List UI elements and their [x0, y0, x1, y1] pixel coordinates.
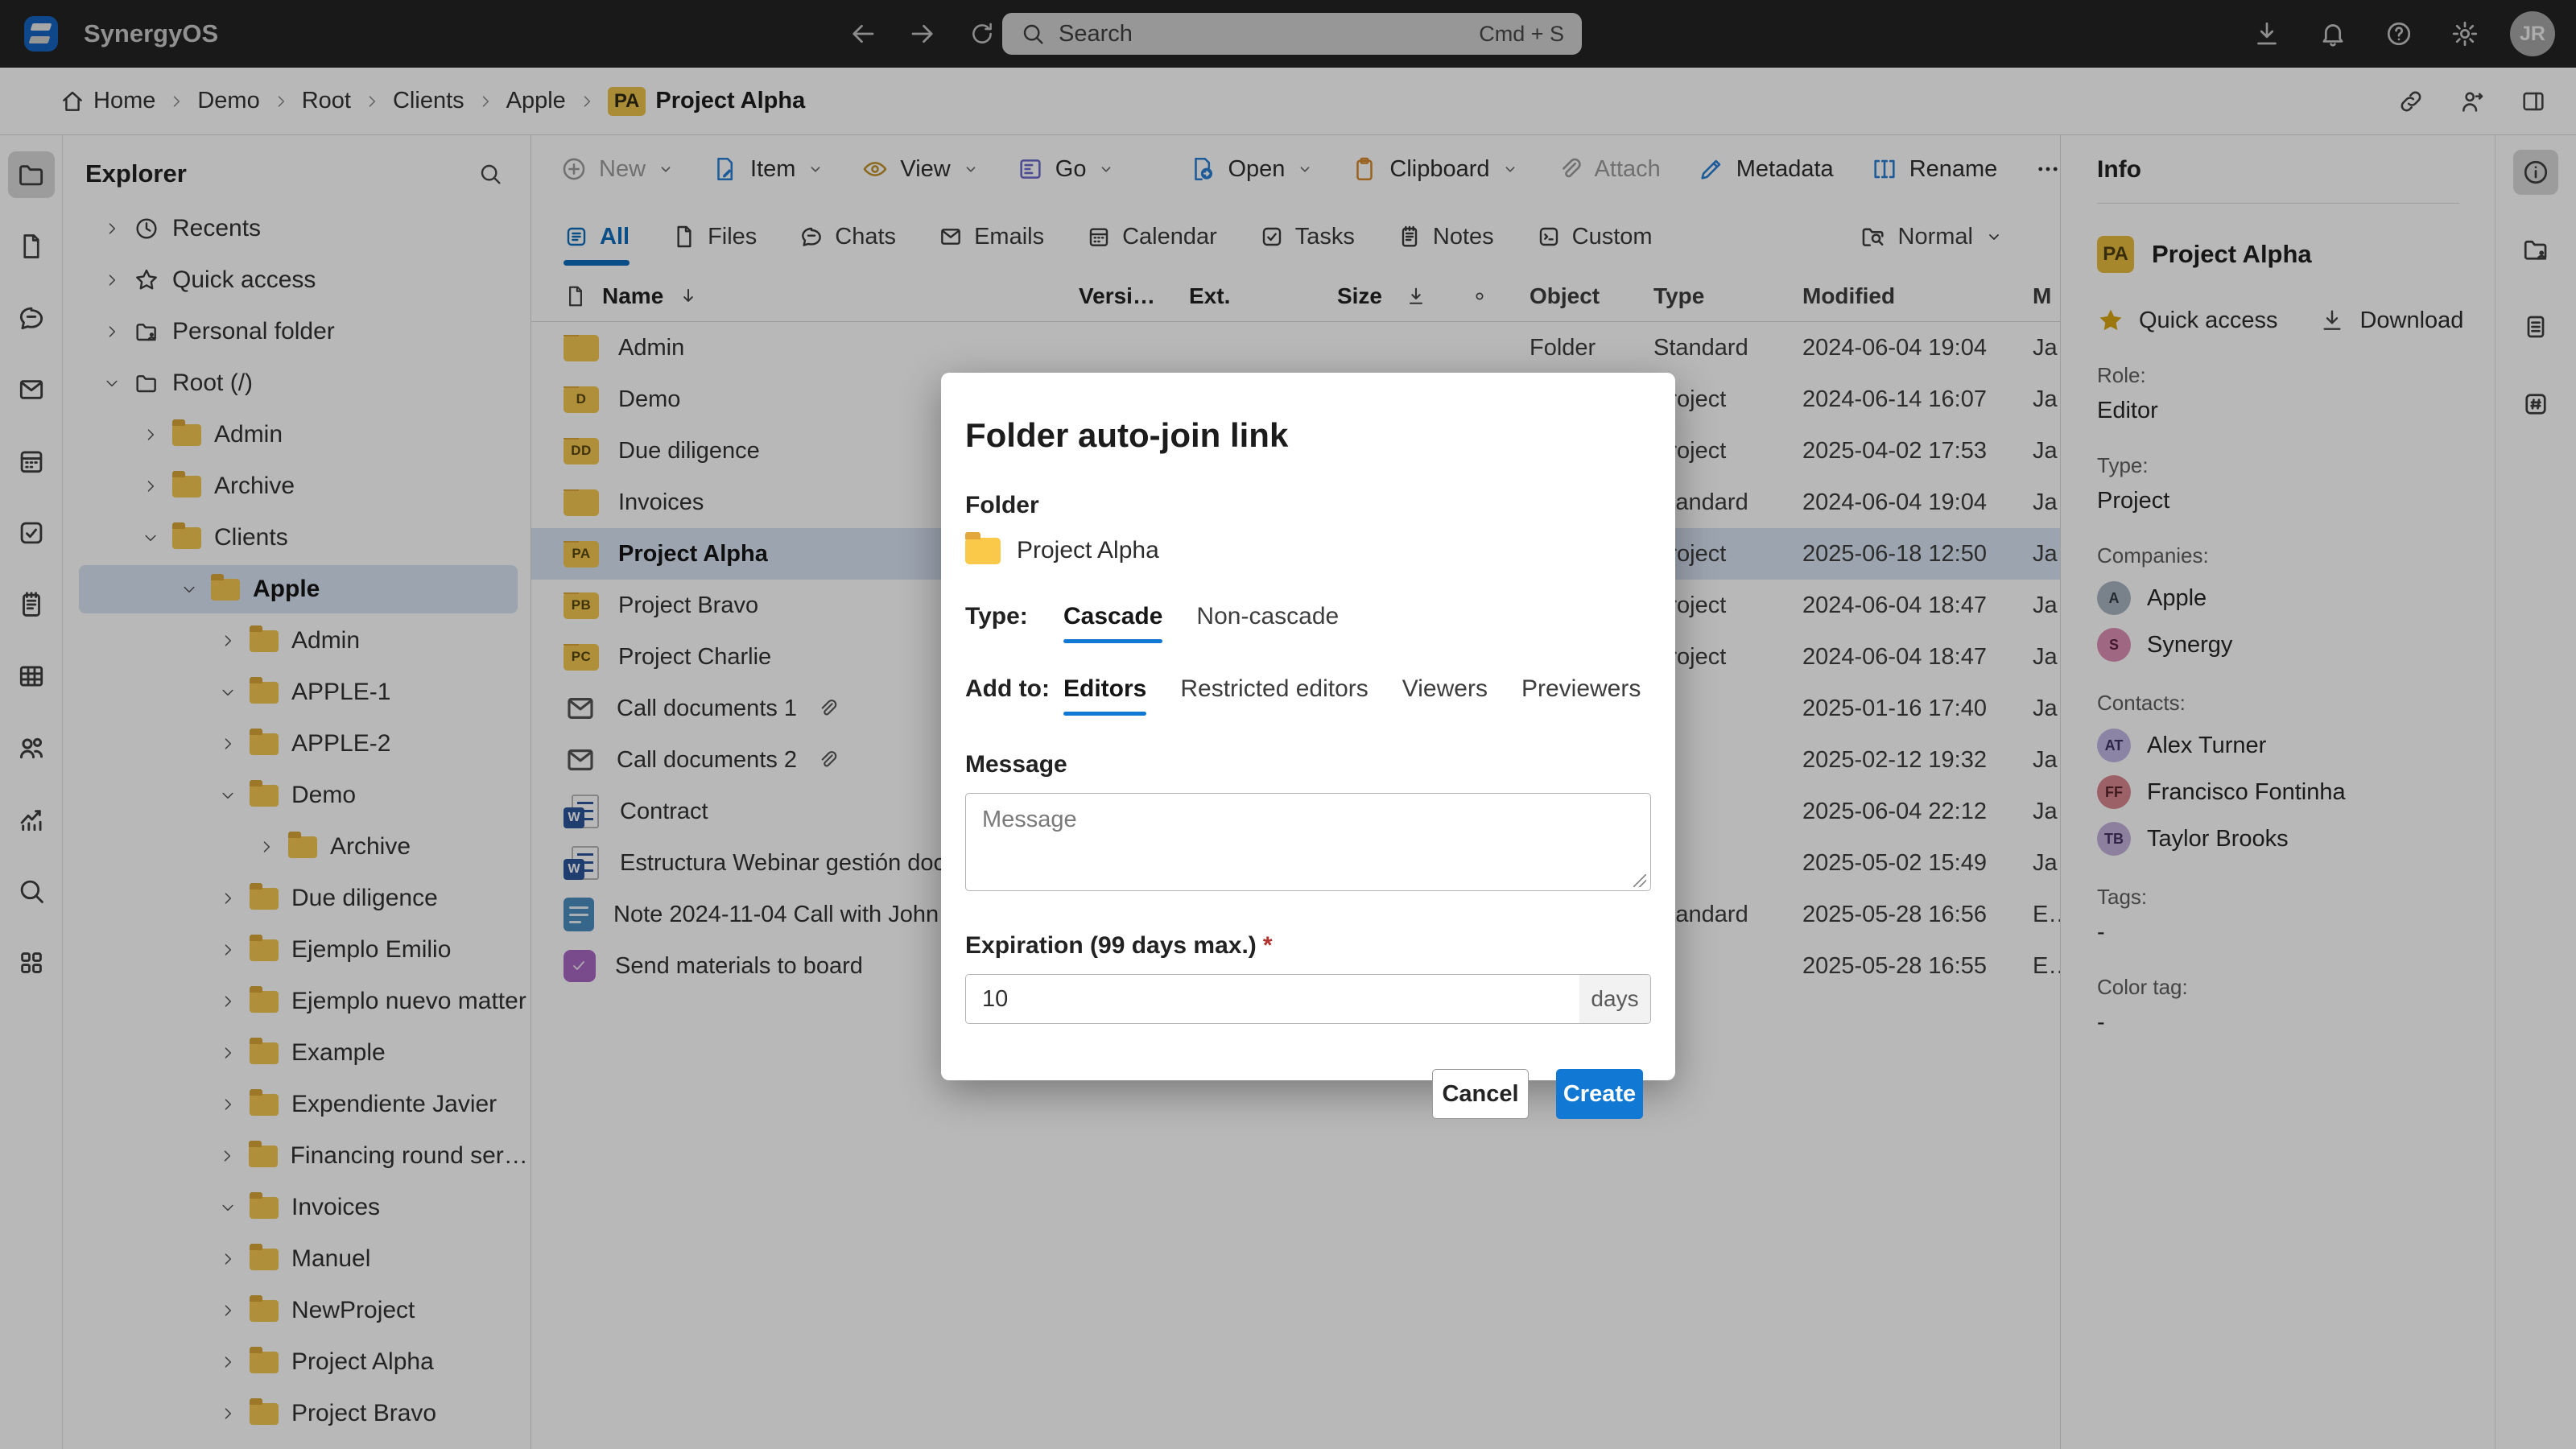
cancel-button[interactable]: Cancel — [1432, 1069, 1529, 1119]
dialog-title: Folder auto-join link — [965, 416, 1651, 455]
expiration-input[interactable] — [966, 975, 1579, 1023]
addto-option-previewers[interactable]: Previewers — [1521, 675, 1641, 716]
folder-label: Folder — [965, 492, 1651, 519]
addto-label: Add to: — [965, 675, 1063, 703]
resize-handle-icon[interactable] — [1633, 874, 1646, 887]
addto-option-restricted-editors[interactable]: Restricted editors — [1180, 675, 1368, 716]
required-asterisk: * — [1263, 932, 1273, 959]
addto-option-viewers[interactable]: Viewers — [1402, 675, 1488, 716]
folder-icon — [965, 538, 1001, 564]
addto-option-editors[interactable]: Editors — [1063, 675, 1146, 716]
type-option-non-cascade[interactable]: Non-cascade — [1196, 603, 1339, 643]
create-button[interactable]: Create — [1556, 1069, 1643, 1119]
message-label: Message — [965, 751, 1651, 778]
app-window: SynergyOS Search Cmd + S JR Home Demo Ro… — [0, 0, 2576, 1449]
message-textarea[interactable] — [965, 793, 1651, 891]
folder-name: Project Alpha — [1017, 537, 1159, 564]
folder-auto-join-link-dialog: Folder auto-join link Folder Project Alp… — [941, 373, 1675, 1080]
days-suffix: days — [1579, 975, 1650, 1023]
type-label: Type: — [965, 603, 1063, 630]
expiration-label: Expiration (99 days max.)* — [965, 932, 1651, 960]
type-option-cascade[interactable]: Cascade — [1063, 603, 1162, 643]
